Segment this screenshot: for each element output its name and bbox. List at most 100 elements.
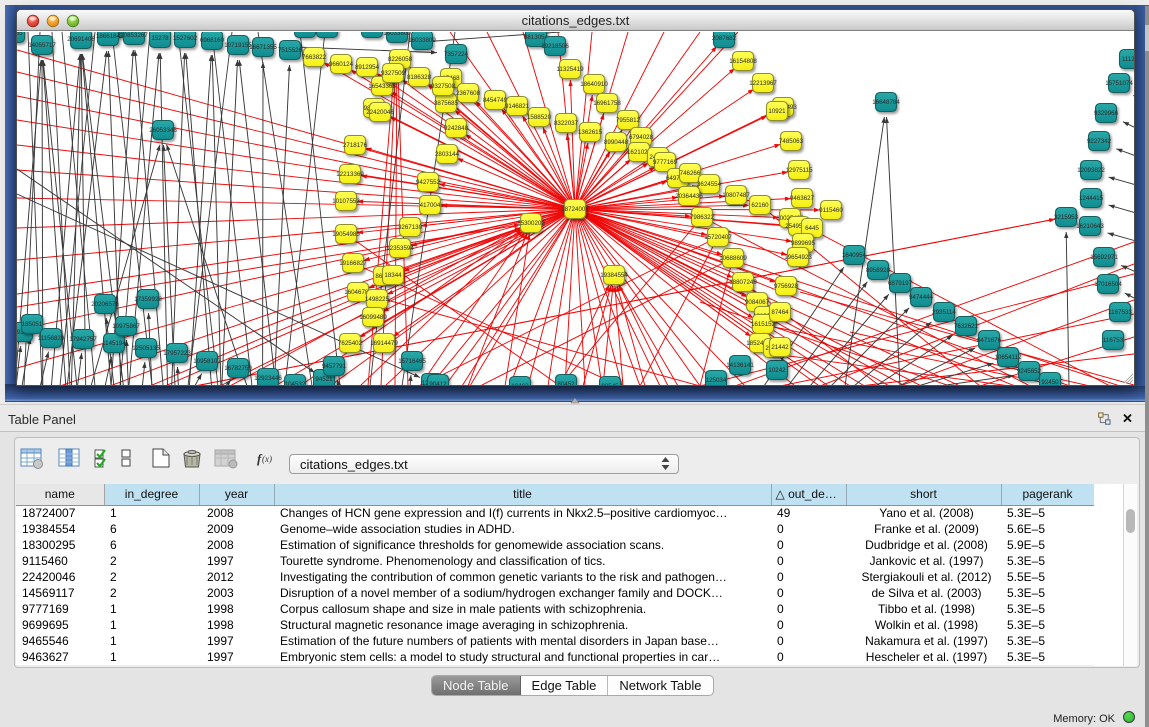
svg-text:19384554: 19384554: [600, 272, 628, 279]
svg-text:18724007: 18724007: [561, 206, 589, 213]
svg-text:16782759: 16782759: [224, 365, 252, 372]
svg-text:90412: 90412: [429, 381, 447, 385]
svg-text:7625402: 7625402: [338, 340, 363, 347]
svg-text:8912954: 8912954: [355, 64, 380, 71]
svg-text:15716465: 15716465: [398, 358, 426, 365]
svg-text:14136141: 14136141: [726, 362, 754, 369]
svg-text:20691406: 20691406: [67, 36, 95, 43]
svg-text:8471676: 8471676: [977, 337, 1002, 344]
svg-text:19054985: 19054985: [332, 231, 360, 238]
svg-text:10958107: 10958107: [193, 358, 221, 365]
svg-text:17957223: 17957223: [163, 350, 191, 357]
svg-text:7986322: 7986322: [690, 214, 715, 221]
svg-text:16210643: 16210643: [1076, 223, 1104, 230]
svg-text:9329966: 9329966: [1094, 110, 1119, 117]
svg-text:90545: 90545: [601, 383, 619, 385]
svg-text:9146821: 9146821: [505, 103, 530, 110]
svg-text:3267130: 3267130: [398, 224, 423, 231]
svg-text:9084067: 9084067: [745, 299, 770, 306]
svg-text:9242848: 9242848: [444, 125, 469, 132]
svg-text:1167533: 1167533: [1108, 309, 1132, 316]
svg-text:8226058: 8226058: [388, 56, 413, 63]
svg-text:19218506: 19218506: [541, 43, 569, 50]
svg-text:6794028: 6794028: [629, 134, 654, 141]
svg-text:14055717: 14055717: [28, 42, 56, 49]
svg-text:9463627: 9463627: [790, 195, 815, 202]
svg-text:7357224: 7357224: [444, 51, 469, 58]
svg-text:16033809: 16033809: [408, 37, 436, 44]
svg-text:12505135: 12505135: [132, 345, 160, 352]
svg-text:9327508: 9327508: [431, 83, 456, 90]
svg-text:16154808: 16154808: [729, 58, 757, 65]
svg-text:8454749: 8454749: [483, 97, 508, 104]
svg-text:1527602: 1527602: [173, 35, 198, 42]
svg-text:6879197: 6879197: [888, 280, 913, 287]
svg-text:12213967: 12213967: [749, 80, 777, 87]
svg-text:8186328: 8186328: [407, 74, 432, 81]
svg-text:9245652: 9245652: [1017, 368, 1042, 375]
svg-text:8990448: 8990448: [604, 139, 629, 146]
svg-text:62160: 62160: [751, 202, 769, 209]
svg-text:10975867: 10975867: [112, 323, 140, 330]
svg-text:12353594: 12353594: [386, 245, 414, 252]
svg-text:9474444: 9474444: [909, 294, 934, 301]
svg-text:11325419: 11325419: [556, 66, 584, 73]
svg-text:746266: 746266: [680, 170, 701, 177]
svg-text:9777169: 9777169: [653, 159, 678, 166]
svg-text:10921: 10921: [768, 108, 786, 115]
svg-text:1866184: 1866184: [96, 33, 121, 40]
svg-text:9660124: 9660124: [329, 61, 354, 68]
svg-text:18344: 18344: [384, 272, 402, 279]
svg-text:2087682: 2087682: [712, 35, 737, 42]
svg-text:185051: 185051: [22, 321, 43, 328]
svg-text:10107553: 10107553: [332, 198, 360, 205]
svg-text:2803144: 2803144: [435, 151, 460, 158]
svg-text:1588520: 1588520: [527, 114, 552, 121]
svg-text:125034: 125034: [706, 377, 727, 384]
svg-text:17016504: 17016504: [1094, 281, 1122, 288]
svg-text:9115460: 9115460: [819, 207, 843, 214]
svg-text:9427552: 9427552: [416, 179, 441, 186]
svg-text:94521: 94521: [315, 376, 333, 383]
svg-text:10853267: 10853267: [120, 32, 148, 39]
svg-text:12923446: 12923446: [254, 375, 282, 382]
svg-text:3624554: 3624554: [697, 181, 722, 188]
svg-text:9327509: 9327509: [381, 70, 406, 77]
svg-text:10654112: 10654112: [994, 354, 1022, 361]
svg-text:11121: 11121: [1122, 56, 1134, 63]
svg-text:16671355: 16671355: [249, 44, 277, 51]
svg-text:17942757: 17942757: [69, 336, 97, 343]
svg-text:18807249: 18807249: [729, 279, 757, 286]
svg-text:3875685: 3875685: [434, 100, 459, 107]
svg-text:15692971: 15692971: [1090, 254, 1118, 261]
svg-text:1145194: 1145194: [102, 340, 126, 347]
svg-text:25300203: 25300203: [517, 220, 545, 227]
svg-text:7955812: 7955812: [616, 117, 641, 124]
svg-text:16033809: 16033809: [383, 32, 411, 37]
svg-text:15278: 15278: [151, 35, 169, 42]
svg-text:21442: 21442: [771, 344, 789, 351]
svg-text:(x): (x): [262, 454, 272, 464]
svg-text:6445: 6445: [805, 225, 819, 232]
svg-text:18640910: 18640910: [580, 81, 608, 88]
svg-text:1362615: 1362615: [578, 129, 603, 136]
svg-text:26053346: 26053346: [149, 127, 177, 134]
svg-text:9899695: 9899695: [791, 240, 816, 247]
svg-text:11156829: 11156829: [38, 335, 65, 342]
svg-text:7515526: 7515526: [278, 47, 303, 54]
svg-text:15720407: 15720407: [704, 234, 732, 241]
svg-text:417004: 417004: [420, 202, 441, 209]
svg-text:9227342: 9227342: [1087, 138, 1112, 145]
svg-text:7632621: 7632621: [954, 323, 979, 330]
svg-text:1640954: 1640954: [842, 252, 867, 259]
svg-text:8322037: 8322037: [554, 120, 579, 127]
svg-text:19166827: 19166827: [339, 260, 367, 267]
svg-text:9457791: 9457791: [322, 363, 347, 370]
svg-text:1498225: 1498225: [365, 296, 390, 303]
svg-text:3215953: 3215953: [1054, 214, 1079, 221]
svg-text:16543362: 16543362: [368, 83, 396, 90]
svg-text:20206576: 20206576: [91, 301, 119, 308]
svg-text:104532: 104532: [285, 381, 306, 385]
svg-text:20364436: 20364436: [675, 193, 703, 200]
svg-text:2718176: 2718176: [343, 142, 368, 149]
